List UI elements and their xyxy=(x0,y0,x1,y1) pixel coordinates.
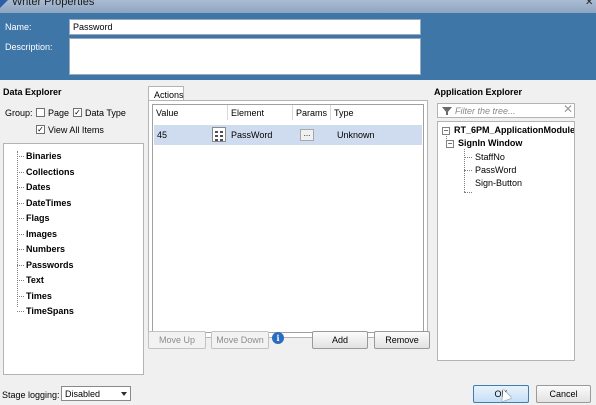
params-button[interactable]: ... xyxy=(300,129,314,141)
move-down-button[interactable]: Move Down xyxy=(211,331,269,349)
remove-button[interactable]: Remove xyxy=(374,331,430,349)
tree-connector xyxy=(17,233,24,235)
tree-connector xyxy=(17,151,18,307)
tree-connector xyxy=(464,192,472,193)
writer-properties-dialog: Name: Password Description: Data Explore… xyxy=(0,13,596,405)
filter-icon-stem xyxy=(446,112,448,115)
name-field[interactable]: Password xyxy=(69,19,421,35)
calculator-icon[interactable] xyxy=(212,127,226,142)
data-type-checkbox-label: Data Type xyxy=(85,108,126,118)
data-item-text[interactable]: Text xyxy=(26,275,44,285)
table-row[interactable]: 45 PassWord ... Unknown xyxy=(154,125,422,145)
view-all-items-checkbox[interactable]: ✓ xyxy=(36,125,45,134)
tree-child-sign-button[interactable]: Sign-Button xyxy=(475,178,522,188)
data-item-images[interactable]: Images xyxy=(26,229,57,239)
data-explorer-tree: Binaries Collections Dates DateTimes Flags Im… xyxy=(3,143,144,375)
actions-grid: Value Element Params Type 45 PassWord ..… xyxy=(152,104,424,333)
data-item-binaries[interactable]: Binaries xyxy=(26,151,62,161)
stage-logging-value: Disabled xyxy=(65,389,101,399)
application-explorer-tree: − RT_6PM_ApplicationModuler − SignIn Win… xyxy=(437,121,575,361)
tree-connector xyxy=(17,202,24,204)
actions-panel: Value Element Params Type 45 PassWord ..… xyxy=(148,100,428,338)
column-header-type[interactable]: Type xyxy=(331,105,423,120)
filter-placeholder: Filter the tree... xyxy=(455,106,516,116)
group-label: Group: xyxy=(5,108,33,118)
tree-connector xyxy=(17,295,24,297)
data-item-timespans[interactable]: TimeSpans xyxy=(26,306,74,316)
data-item-dates[interactable]: Dates xyxy=(26,182,51,192)
tree-child-staffno[interactable]: StaffNo xyxy=(475,152,505,162)
move-up-button[interactable]: Move Up xyxy=(148,331,206,349)
tree-connector xyxy=(17,156,24,157)
data-explorer-title: Data Explorer xyxy=(3,87,62,97)
column-header-element[interactable]: Element xyxy=(228,105,293,120)
application-explorer-title: Application Explorer xyxy=(434,87,523,97)
header-band: Name: Password Description: xyxy=(0,13,596,80)
tree-root-node[interactable]: RT_6PM_ApplicationModuler xyxy=(454,125,574,135)
info-icon[interactable]: i xyxy=(272,332,284,344)
tree-connector xyxy=(17,311,24,312)
close-icon[interactable]: ✕ xyxy=(585,0,593,8)
chevron-down-icon xyxy=(121,392,127,396)
data-item-flags[interactable]: Flags xyxy=(26,213,50,223)
filter-tree-input[interactable]: Filter the tree... ✕ xyxy=(437,102,575,118)
data-type-checkbox[interactable]: ✓ xyxy=(73,108,82,117)
page-checkbox-label: Page xyxy=(48,108,70,118)
stage-logging-label: Stage logging: xyxy=(2,390,60,400)
title-bar: Writer Properties ✕ xyxy=(0,0,596,13)
value-cell[interactable]: 45 xyxy=(157,130,167,140)
tree-connector xyxy=(17,187,24,188)
window-title: Writer Properties xyxy=(12,0,95,8)
column-header-params[interactable]: Params xyxy=(293,105,331,120)
type-cell: Unknown xyxy=(337,130,375,140)
cancel-button[interactable]: Cancel xyxy=(536,385,591,403)
tree-child-password[interactable]: PassWord xyxy=(475,165,516,175)
tree-window-node[interactable]: SignIn Window xyxy=(458,138,522,148)
data-item-passwords[interactable]: Passwords xyxy=(26,260,74,270)
tree-connector xyxy=(17,280,24,281)
collapse-window-icon[interactable]: − xyxy=(446,140,454,148)
data-item-datetimes[interactable]: DateTimes xyxy=(26,198,71,208)
description-field[interactable] xyxy=(69,38,421,75)
tree-connector xyxy=(464,157,472,158)
clear-filter-icon[interactable]: ✕ xyxy=(563,102,573,116)
tree-connector xyxy=(17,249,24,250)
stage-logging-select[interactable]: Disabled xyxy=(61,386,131,401)
name-label: Name: xyxy=(5,22,32,32)
data-item-numbers[interactable]: Numbers xyxy=(26,244,65,254)
app-icon xyxy=(0,0,8,8)
add-button[interactable]: Add xyxy=(312,331,368,349)
view-all-items-label: View All Items xyxy=(48,125,104,135)
tree-connector xyxy=(17,218,24,219)
tree-connector xyxy=(17,264,24,266)
tab-actions[interactable]: Actions xyxy=(148,86,184,101)
data-item-times[interactable]: Times xyxy=(26,291,52,301)
collapse-root-icon[interactable]: − xyxy=(442,127,450,135)
column-header-value[interactable]: Value xyxy=(153,105,228,120)
page-checkbox[interactable] xyxy=(36,108,45,117)
tree-connector xyxy=(17,171,24,173)
element-cell[interactable]: PassWord xyxy=(231,130,272,140)
data-item-collections[interactable]: Collections xyxy=(26,167,75,177)
description-label: Description: xyxy=(5,42,53,52)
tree-connector xyxy=(464,170,472,171)
